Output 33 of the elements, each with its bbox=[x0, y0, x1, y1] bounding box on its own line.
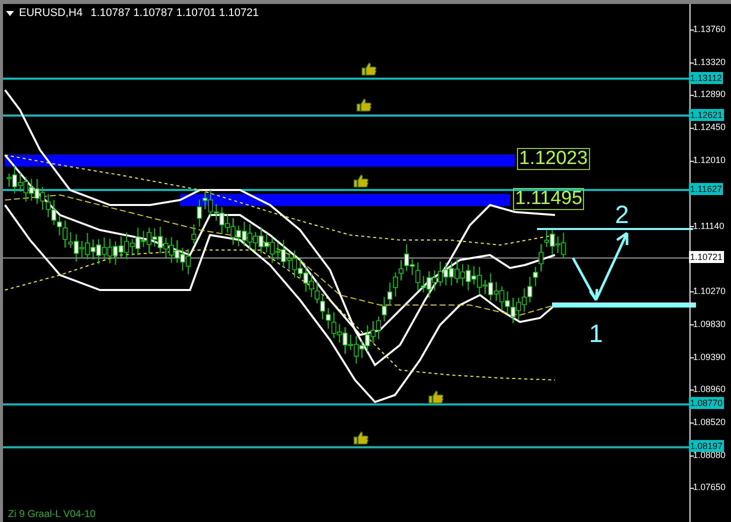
level-price-label: 1.08770 bbox=[689, 397, 724, 410]
price-tick-label: 1.09830 bbox=[693, 318, 726, 330]
indicator-name-label: Zi 9 Graal-L V04-10 bbox=[8, 509, 96, 521]
level-price-label: 1.12621 bbox=[689, 108, 724, 120]
zone-price-label: 1.12023 bbox=[517, 148, 590, 170]
thumbs-up-icon bbox=[362, 62, 376, 76]
price-tick-label: 1.09390 bbox=[693, 352, 726, 363]
ohlc-prices: 1.10787 1.10787 1.10701 1.10721 bbox=[90, 7, 259, 20]
wave-label: 2 bbox=[615, 201, 629, 229]
wave-arrow-drawing bbox=[572, 232, 628, 302]
price-tick-label: 1.12010 bbox=[693, 155, 726, 166]
dropdown-triangle-icon[interactable] bbox=[6, 11, 14, 16]
zone-price-label: 1.11495 bbox=[513, 188, 584, 210]
price-tick-label: 1.12890 bbox=[693, 89, 726, 100]
wave-label: 1 bbox=[589, 320, 603, 348]
level-price-label: 1.11627 bbox=[689, 183, 723, 196]
price-tick-label: 1.11140 bbox=[693, 220, 724, 232]
price-tick-label: 1.10270 bbox=[693, 286, 726, 297]
level-price-label: 1.08197 bbox=[689, 440, 724, 452]
symbol-label: EURUSD,H4 bbox=[19, 7, 83, 20]
thumbs-up-icon bbox=[356, 98, 372, 112]
price-tick-label: 1.08080 bbox=[693, 450, 726, 462]
price-tick-label: 1.07650 bbox=[693, 482, 726, 494]
price-tick-label: 1.13320 bbox=[693, 57, 726, 68]
price-tick-label: 1.08960 bbox=[693, 384, 726, 396]
price-tick-label: 1.08520 bbox=[693, 417, 726, 428]
current-price-label: 1.10721 bbox=[689, 251, 724, 263]
level-price-label: 1.13112 bbox=[689, 72, 723, 84]
thumbs-up-icon bbox=[354, 174, 368, 188]
price-tick-label: 1.12450 bbox=[693, 122, 726, 134]
thumbs-up-icon bbox=[354, 432, 368, 444]
thumbs-up-icon bbox=[428, 390, 444, 404]
price-tick-label: 1.13760 bbox=[693, 24, 726, 36]
